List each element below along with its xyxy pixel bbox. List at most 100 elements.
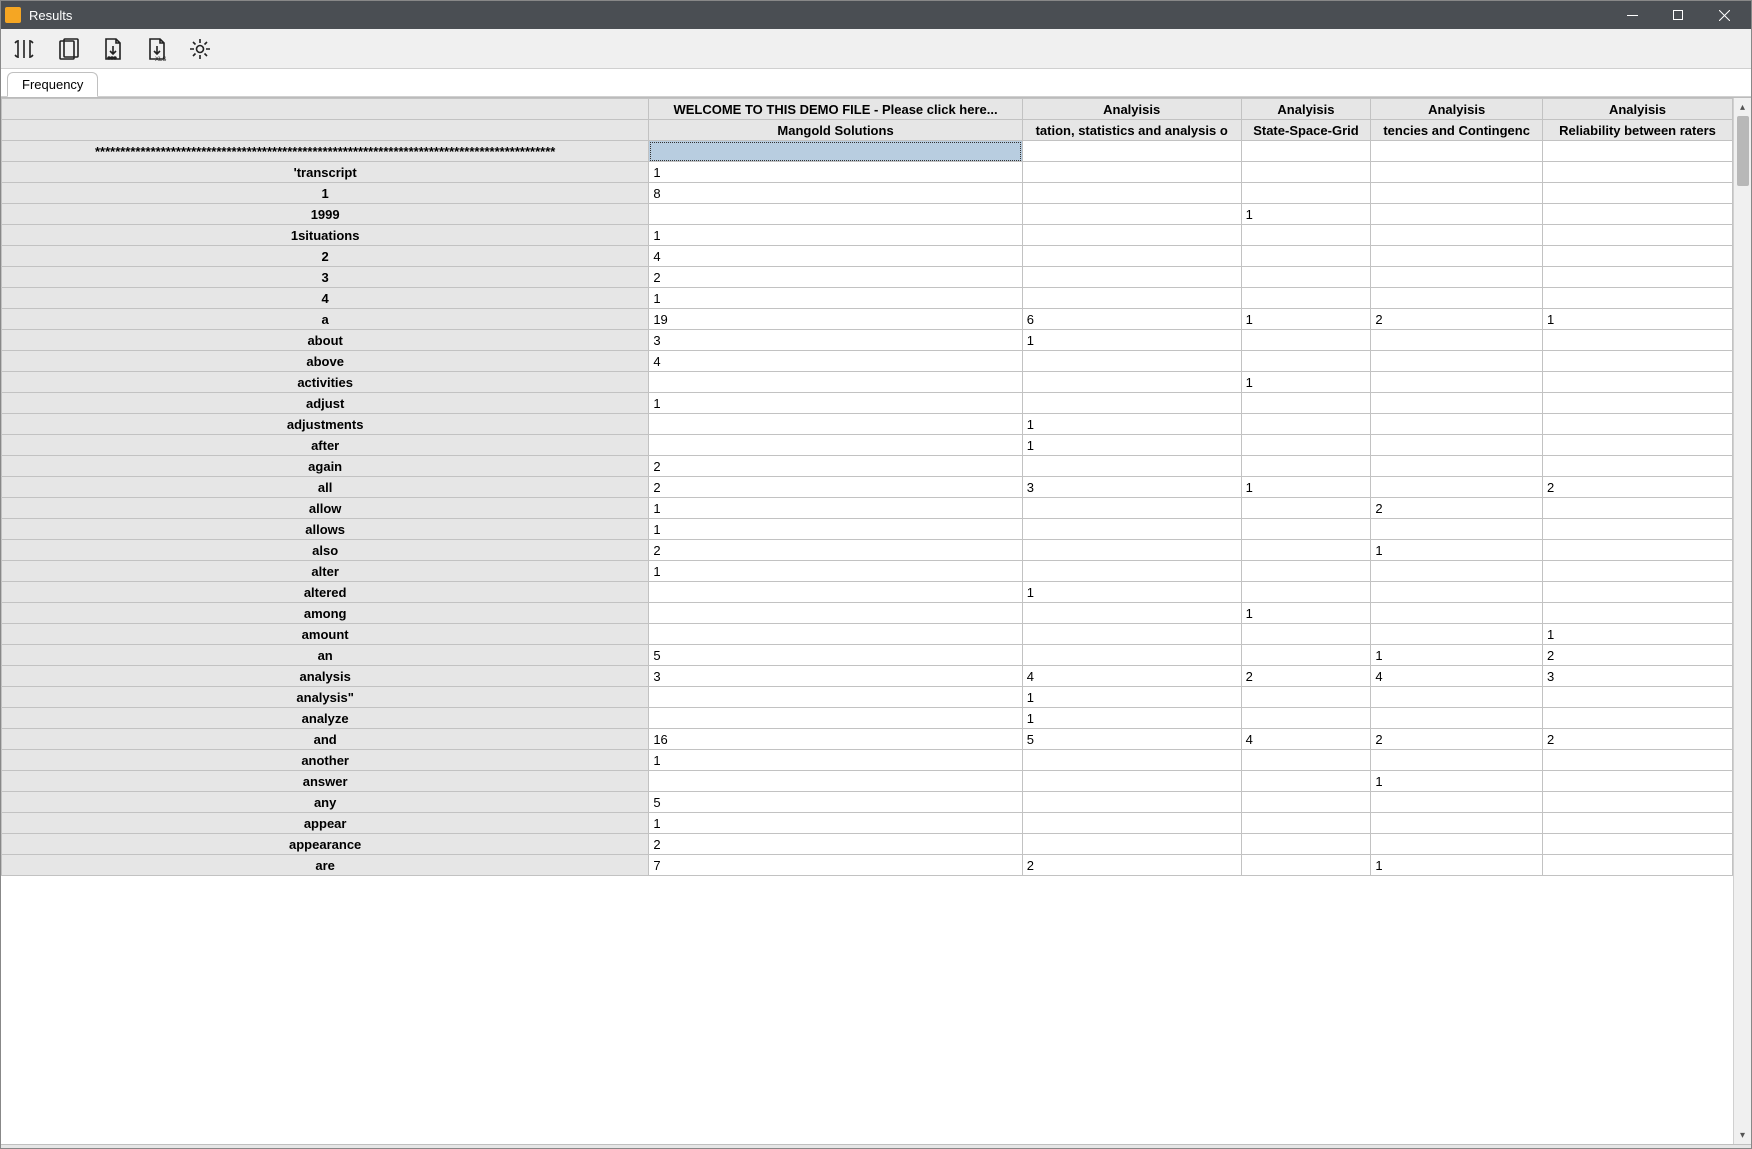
cell[interactable]: 1 [1022,582,1241,603]
cell[interactable] [1371,414,1543,435]
cell[interactable]: 1 [649,750,1022,771]
cell[interactable] [1022,183,1241,204]
cell[interactable] [1241,267,1371,288]
cell[interactable] [1542,267,1732,288]
cell[interactable] [1542,792,1732,813]
row-header[interactable]: are [2,855,649,876]
cell[interactable] [1241,183,1371,204]
row-header[interactable]: again [2,456,649,477]
row-header[interactable]: amount [2,624,649,645]
cell[interactable]: 1 [1241,603,1371,624]
settings-button[interactable] [185,34,215,64]
close-button[interactable] [1701,1,1747,29]
cell[interactable]: 1 [1241,204,1371,225]
cell[interactable] [1241,792,1371,813]
cell[interactable]: 4 [1022,666,1241,687]
column-subheader[interactable] [2,120,649,141]
cell[interactable] [649,687,1022,708]
cell[interactable]: 4 [649,351,1022,372]
cell[interactable] [1542,183,1732,204]
row-header[interactable]: any [2,792,649,813]
column-header[interactable]: WELCOME TO THIS DEMO FILE - Please click… [649,99,1022,120]
cell[interactable] [1241,582,1371,603]
cell[interactable] [1542,330,1732,351]
cell[interactable]: 1 [1371,855,1543,876]
row-header[interactable]: adjust [2,393,649,414]
cell[interactable] [1241,456,1371,477]
cell[interactable] [1371,246,1543,267]
cell[interactable] [1542,498,1732,519]
cell[interactable] [1022,351,1241,372]
cell[interactable] [1022,834,1241,855]
row-header[interactable]: 1 [2,183,649,204]
cell[interactable]: 2 [1371,498,1543,519]
row-header[interactable]: an [2,645,649,666]
cell[interactable]: 1 [1022,414,1241,435]
cell[interactable] [1542,561,1732,582]
cell[interactable] [1241,813,1371,834]
cell[interactable] [1241,540,1371,561]
row-header[interactable]: 3 [2,267,649,288]
row-header[interactable]: analyze [2,708,649,729]
cell[interactable] [1371,456,1543,477]
cell[interactable] [1371,288,1543,309]
row-header[interactable]: after [2,435,649,456]
cell[interactable] [1542,708,1732,729]
cell[interactable]: 1 [1241,372,1371,393]
cell[interactable] [1022,813,1241,834]
cell[interactable] [1022,750,1241,771]
cell[interactable]: 1 [649,393,1022,414]
cell[interactable] [1542,372,1732,393]
cell[interactable] [1022,246,1241,267]
row-header[interactable]: among [2,603,649,624]
cell[interactable] [1241,414,1371,435]
cell[interactable] [1542,519,1732,540]
cell[interactable] [1022,540,1241,561]
row-header[interactable]: and [2,729,649,750]
cell[interactable]: 3 [649,330,1022,351]
cell[interactable]: 5 [649,645,1022,666]
copy-button[interactable] [53,34,83,64]
cell[interactable] [1542,540,1732,561]
minimize-button[interactable] [1609,1,1655,29]
row-header[interactable]: ****************************************… [2,141,649,162]
cell[interactable] [1542,393,1732,414]
row-header[interactable]: 1999 [2,204,649,225]
cell[interactable] [1371,708,1543,729]
cell[interactable] [1241,330,1371,351]
cell[interactable] [1241,351,1371,372]
cell[interactable] [1241,498,1371,519]
cell[interactable]: 3 [1022,477,1241,498]
cell[interactable] [649,435,1022,456]
row-header[interactable]: answer [2,771,649,792]
cell[interactable] [1022,141,1241,162]
cell[interactable]: 1 [1371,645,1543,666]
cell[interactable] [1022,624,1241,645]
cell[interactable] [1241,225,1371,246]
cell[interactable] [1542,351,1732,372]
cell[interactable] [1542,435,1732,456]
cell[interactable] [649,414,1022,435]
export-xls-button[interactable]: XLS [141,34,171,64]
cell[interactable] [1371,750,1543,771]
row-header[interactable]: appearance [2,834,649,855]
cell[interactable] [1371,582,1543,603]
row-header[interactable]: about [2,330,649,351]
cell[interactable] [1371,330,1543,351]
cell[interactable] [1241,141,1371,162]
cell[interactable]: 6 [1022,309,1241,330]
cell[interactable] [1022,792,1241,813]
cell[interactable]: 1 [1241,309,1371,330]
cell[interactable]: 2 [1542,729,1732,750]
cell[interactable] [1241,708,1371,729]
cell[interactable]: 16 [649,729,1022,750]
cell[interactable]: 1 [649,519,1022,540]
cell[interactable] [1022,519,1241,540]
scroll-track[interactable] [1734,116,1752,1126]
scroll-down-button[interactable]: ▾ [1734,1126,1752,1144]
cell[interactable]: 1 [1022,435,1241,456]
cell[interactable] [1542,834,1732,855]
cell[interactable] [1241,750,1371,771]
column-subheader[interactable]: Mangold Solutions [649,120,1022,141]
cell[interactable] [1022,561,1241,582]
